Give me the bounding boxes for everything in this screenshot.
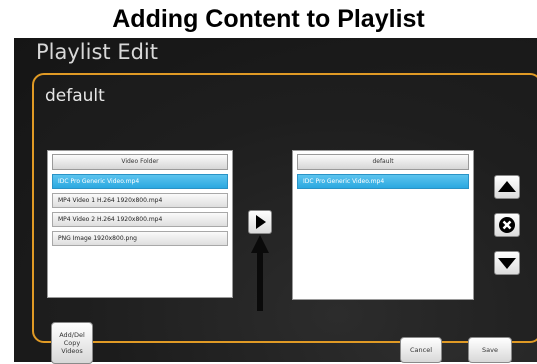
triangle-up-icon [498, 181, 516, 192]
remove-item-button[interactable] [494, 213, 520, 237]
playlist-name: default [45, 86, 105, 106]
playlist-content-list[interactable]: default IDC Pro Generic Video.mp4 [292, 150, 474, 300]
video-folder-list[interactable]: Video Folder IDC Pro Generic Video.mp4 M… [47, 150, 233, 298]
copy-label: Copy [63, 339, 81, 347]
add-to-playlist-button[interactable] [248, 210, 272, 234]
list-item[interactable]: MP4 Video 1 H.264 1920x800.mp4 [52, 193, 228, 208]
play-right-icon [256, 215, 266, 229]
list-item[interactable]: IDC Pro Generic Video.mp4 [52, 174, 228, 189]
up-arrow-icon [251, 235, 269, 311]
page-caption: Adding Content to Playlist [112, 5, 425, 33]
video-folder-header: Video Folder [52, 154, 228, 170]
playlist-content-header: default [297, 154, 469, 170]
videos-label: Videos [61, 347, 83, 355]
move-up-button[interactable] [494, 175, 520, 199]
playlist-edit-screen: Playlist Edit default Video Folder IDC P… [14, 38, 537, 364]
save-button[interactable]: Save [468, 337, 512, 363]
add-del-label: Add/Del [59, 331, 85, 339]
add-del-copy-videos-button[interactable]: Add/Del Copy Videos [51, 322, 93, 364]
triangle-down-icon [498, 258, 516, 269]
x-circle-icon [499, 217, 515, 233]
list-item[interactable]: MP4 Video 2 H.264 1920x800.mp4 [52, 212, 228, 227]
move-down-button[interactable] [494, 251, 520, 275]
list-item[interactable]: IDC Pro Generic Video.mp4 [297, 174, 469, 189]
cancel-button[interactable]: Cancel [400, 337, 442, 363]
playlist-frame: default Video Folder IDC Pro Generic Vid… [32, 73, 537, 364]
screen-title: Playlist Edit [36, 40, 158, 64]
list-item[interactable]: PNG Image 1920x800.png [52, 231, 228, 246]
